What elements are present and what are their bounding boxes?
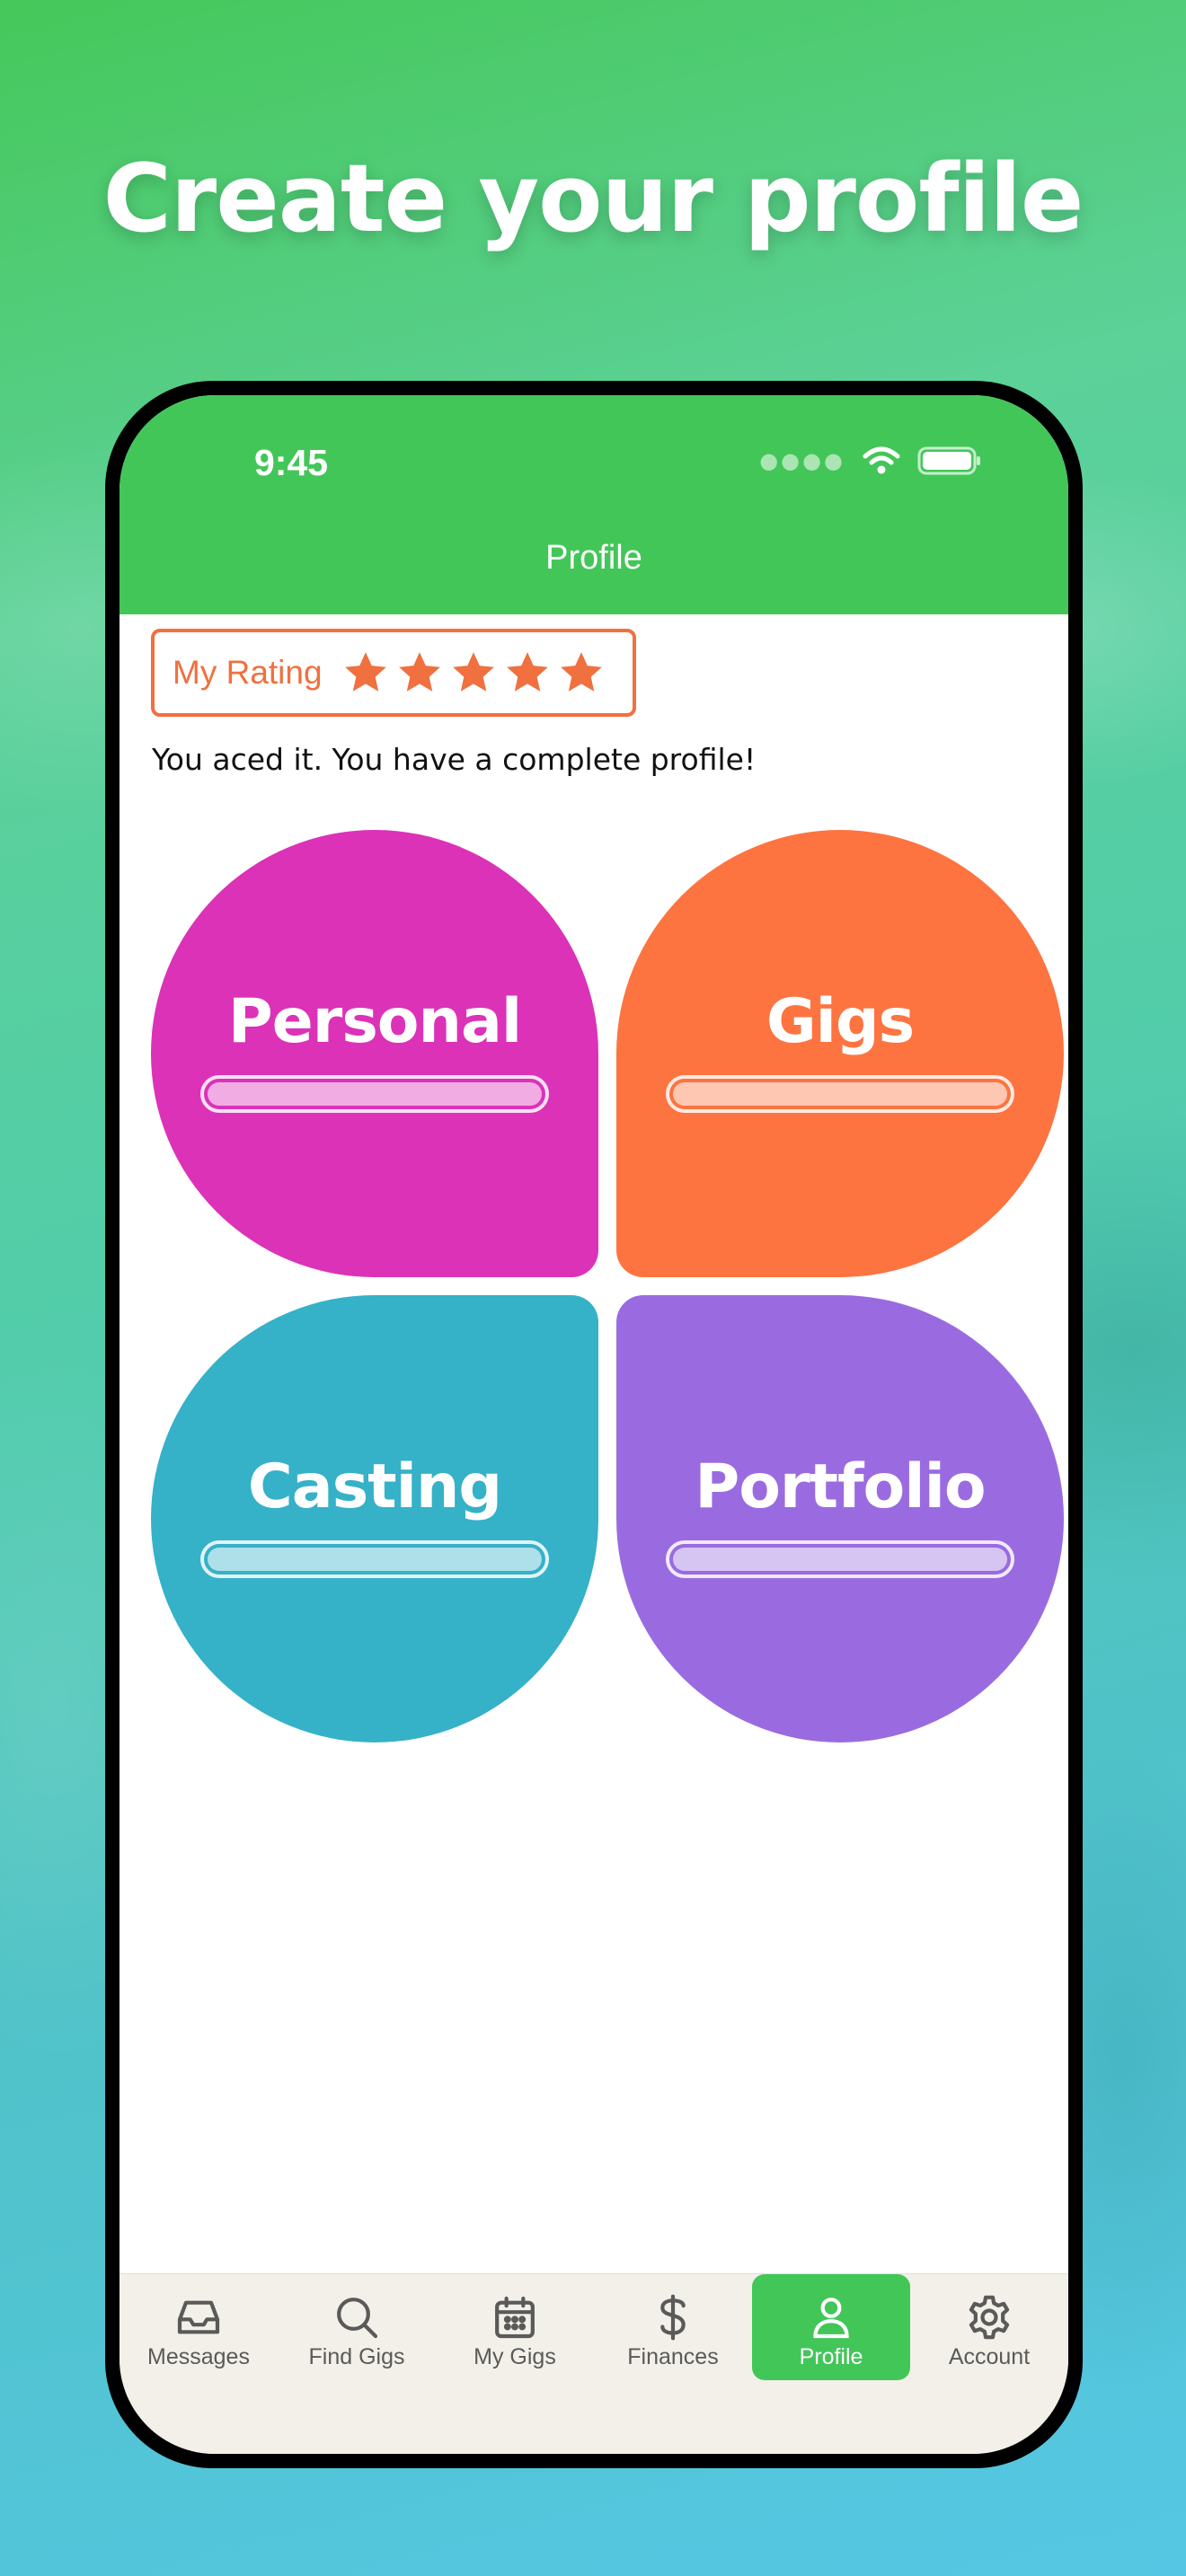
headline: Create your profile	[102, 144, 1084, 253]
rating-label: My Rating	[173, 654, 323, 691]
section-label: Casting	[247, 1451, 502, 1522]
phone-frame: 9:45 ●●●● Profile My Rating You aced it.…	[105, 381, 1083, 2468]
signal-icon: ●●●●	[759, 448, 845, 473]
tab-find-gigs[interactable]: Find Gigs	[278, 2274, 436, 2380]
tab-bar: Messages Find Gigs My Gigs Finances Prof…	[119, 2273, 1068, 2454]
star-icon	[506, 652, 548, 692]
progress-bar	[666, 1074, 1014, 1113]
progress-bar	[666, 1539, 1014, 1578]
star-icon	[398, 652, 440, 692]
rating-box: My Rating	[151, 629, 636, 717]
rating-stars	[341, 648, 606, 698]
gear-icon	[969, 2295, 1010, 2340]
battery-icon	[917, 446, 980, 475]
section-label: Personal	[227, 985, 522, 1057]
status-icons: ●●●●	[759, 446, 982, 476]
tab-label: Finances	[627, 2344, 719, 2369]
person-icon	[813, 2298, 849, 2339]
progress-fill	[208, 1081, 542, 1106]
tab-messages[interactable]: Messages	[119, 2274, 278, 2380]
tab-finances[interactable]: Finances	[594, 2274, 752, 2380]
progress-fill	[673, 1081, 1007, 1106]
tab-profile[interactable]: Profile	[752, 2274, 910, 2380]
tab-my-gigs[interactable]: My Gigs	[436, 2274, 594, 2380]
status-time: 9:45	[254, 442, 329, 483]
section-portfolio[interactable]: Portfolio	[616, 1295, 1064, 1742]
inbox-icon	[177, 2300, 220, 2334]
section-casting[interactable]: Casting	[151, 1295, 598, 1742]
dollar-icon	[660, 2294, 686, 2341]
tab-label: Profile	[799, 2344, 863, 2369]
progress-fill	[673, 1547, 1007, 1571]
app-screen: 9:45 ●●●● Profile My Rating You aced it.…	[119, 395, 1068, 2454]
tab-label: Find Gigs	[308, 2344, 405, 2369]
section-personal[interactable]: Personal	[151, 830, 598, 1277]
star-icon	[452, 652, 494, 692]
star-icon	[560, 652, 602, 692]
tab-account[interactable]: Account	[910, 2274, 1068, 2380]
star-icon	[344, 652, 386, 692]
tab-label: Account	[948, 2344, 1031, 2369]
progress-bar	[200, 1539, 549, 1578]
tab-label: My Gigs	[474, 2344, 556, 2369]
profile-status-message: You aced it. You have a complete profile…	[152, 742, 757, 777]
tab-label: Messages	[147, 2344, 250, 2369]
search-icon	[337, 2298, 378, 2339]
app-header: 9:45 ●●●● Profile	[119, 395, 1068, 614]
progress-fill	[208, 1547, 542, 1571]
calendar-icon	[495, 2296, 535, 2339]
progress-bar	[200, 1074, 549, 1113]
section-label: Gigs	[766, 985, 915, 1057]
wifi-icon	[863, 446, 900, 474]
section-gigs[interactable]: Gigs	[616, 830, 1064, 1277]
section-label: Portfolio	[695, 1451, 986, 1522]
page-title: Profile	[545, 539, 642, 577]
